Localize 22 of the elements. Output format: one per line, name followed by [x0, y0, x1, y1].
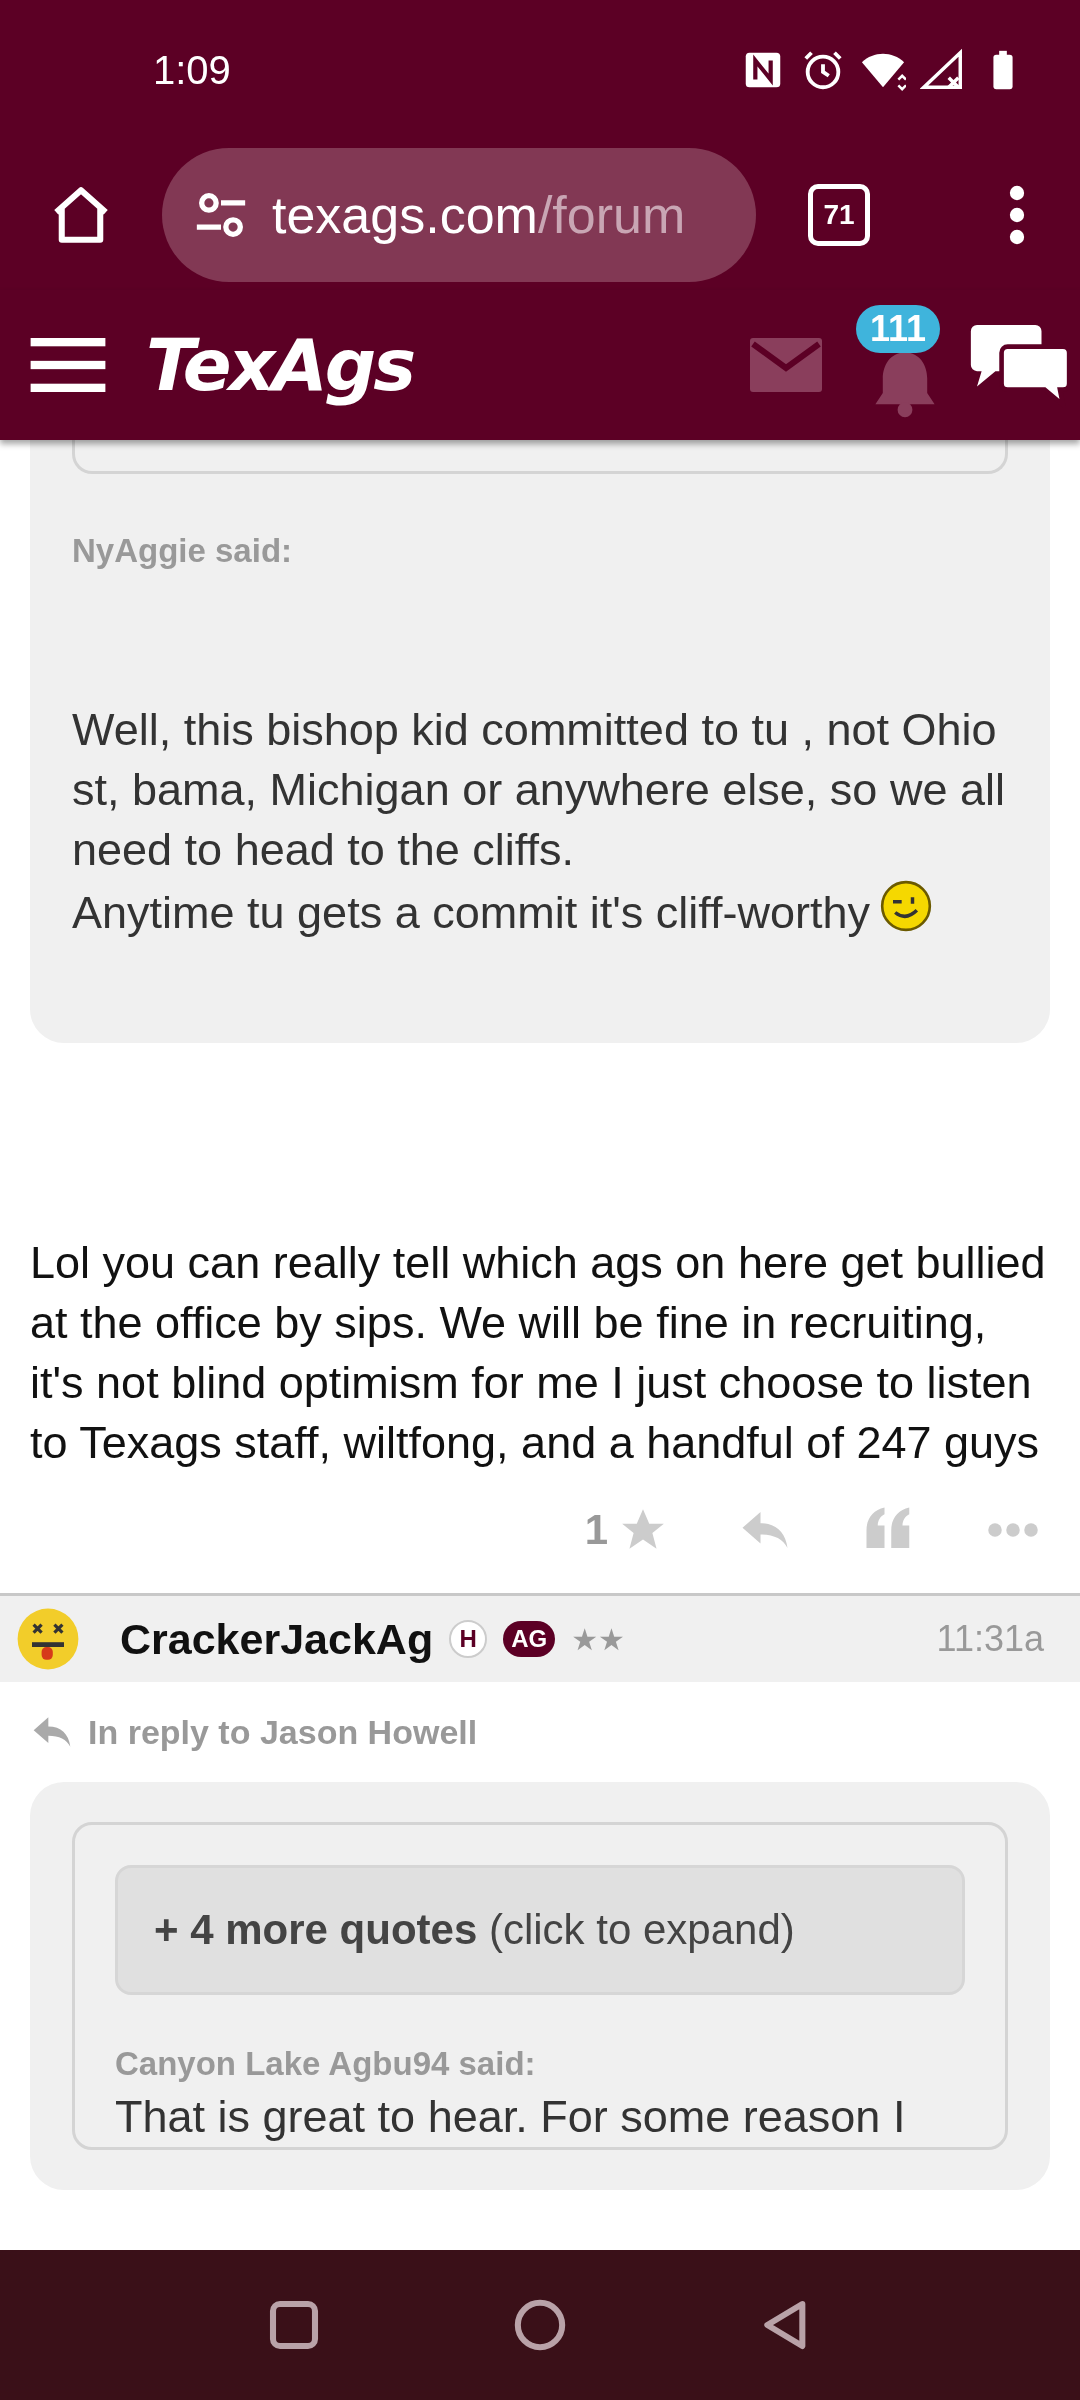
expand-quotes-button[interactable]: + 4 more quotes (click to expand)	[115, 1865, 965, 1995]
address-bar[interactable]: texags.com/forum	[162, 148, 756, 282]
quote-author: Canyon Lake Agbu94 said:	[115, 2045, 537, 2083]
clock-time: 1:09	[153, 47, 232, 93]
tab-count-button[interactable]: 71	[808, 184, 870, 246]
url-text: texags.com/forum	[272, 185, 686, 245]
dizzy-face-avatar-icon	[16, 1607, 80, 1671]
quote-text: Well, this bishop kid committed to tu , not Ohio st, bama, Michigan or anywhere else, so we all need to head to the cliffs.	[72, 703, 1006, 877]
user-badge: H	[449, 1620, 488, 1658]
notification-badge: 111	[856, 305, 941, 353]
username-link[interactable]: CrackerJackAg	[120, 1614, 434, 1664]
quote-author: NyAggie said:	[72, 532, 294, 570]
post-time: 11:31a	[936, 1618, 1044, 1660]
menu-icon[interactable]	[30, 338, 106, 392]
home-icon[interactable]	[512, 2297, 568, 2353]
winking-smiley-icon	[880, 880, 932, 932]
post-text: Lol you can really tell which ags on here get bullied at the office by sips. We will be fine in recruiting, it's not blind optimism for me I just choose to listen to Texags staff, wiltfong, and a handful of 247 guys	[30, 1236, 1047, 1470]
user-badge: AG	[503, 1621, 556, 1657]
quote-text: Anytime tu gets a commit it's cliff-worthy	[72, 887, 870, 938]
site-logo[interactable]: TexAgs	[146, 323, 414, 407]
rank-stars: ★★	[571, 1621, 625, 1657]
quote-text: That is great to hear. For some reason I	[115, 2090, 907, 2144]
